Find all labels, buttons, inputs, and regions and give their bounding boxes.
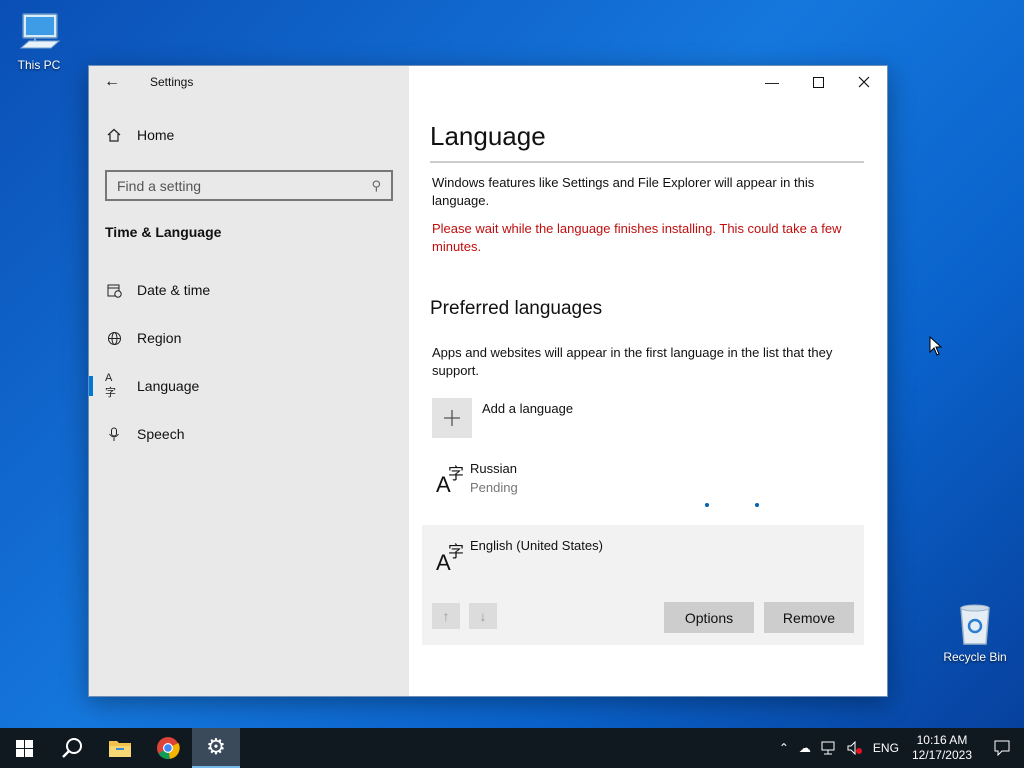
section-heading: Time & Language [105, 224, 222, 240]
action-center-button[interactable] [980, 728, 1024, 768]
preferred-languages-description: Apps and websites will appear in the fir… [432, 345, 833, 378]
sidebar-item-label: Language [137, 378, 200, 394]
sidebar-item-speech[interactable]: Speech [89, 410, 409, 458]
clock-date: 12/17/2023 [911, 748, 972, 762]
back-arrow-icon: ← [104, 73, 120, 90]
minimize-icon: — [765, 74, 779, 90]
sidebar-item-label: Date & time [137, 282, 211, 298]
start-button[interactable] [0, 728, 48, 768]
close-button[interactable] [841, 66, 887, 98]
computer-icon [19, 13, 61, 49]
clock[interactable]: 10:16 AM 12/17/2023 [904, 733, 980, 763]
close-icon [858, 76, 870, 88]
notification-icon [994, 740, 1010, 756]
desktop-icon-recycle-bin[interactable]: Recycle Bin [935, 600, 1015, 664]
window-title: Settings [150, 75, 194, 89]
language-name: Russian [470, 461, 517, 476]
mouse-cursor-icon [929, 336, 943, 356]
sidebar: ← Settings Home ⚲ Time & Language Date &… [89, 66, 409, 696]
taskbar-chrome[interactable] [144, 728, 192, 768]
remove-button[interactable]: Remove [764, 602, 854, 633]
chevron-up-icon: ⌃ [778, 741, 789, 755]
maximize-icon [812, 76, 824, 88]
progress-dot [705, 503, 709, 507]
move-down-button[interactable]: ↓ [469, 603, 497, 629]
sidebar-item-date-time[interactable]: Date & time [89, 266, 409, 314]
sidebar-item-label: Speech [137, 426, 185, 442]
onedrive-button[interactable]: ☁ [794, 741, 816, 755]
maximize-button[interactable] [795, 66, 841, 98]
system-tray: ⌃ ☁ ENG 10:16 AM 12/17/2023 [774, 728, 1024, 768]
move-up-button[interactable]: ↑ [432, 603, 460, 629]
title-bar: ← Settings [89, 66, 409, 98]
file-explorer-icon [109, 741, 131, 757]
add-language-label: Add a language [482, 401, 574, 416]
chrome-icon [157, 737, 180, 760]
settings-window: ← Settings Home ⚲ Time & Language Date &… [88, 65, 888, 697]
desktop-icon-label: Recycle Bin [943, 650, 1007, 664]
minimize-button[interactable]: — [749, 66, 795, 98]
input-language-indicator[interactable]: ENG [868, 741, 904, 755]
install-warning: Please wait while the language finishes … [432, 221, 842, 254]
search-input[interactable] [117, 177, 372, 194]
svg-text:字: 字 [448, 464, 464, 483]
show-hidden-icons-button[interactable]: ⌃ [774, 741, 794, 755]
sidebar-item-label: Home [137, 127, 175, 143]
calendar-clock-icon [105, 281, 123, 299]
sidebar-item-label: Region [137, 330, 182, 346]
search-icon: ⚲ [371, 177, 381, 193]
sidebar-nav: Date & time Region A字 Language Speech [89, 266, 409, 458]
windows-start-icon [15, 739, 33, 757]
settings-icon: ⚙ [206, 734, 226, 759]
language-description: Windows features like Settings and File … [432, 175, 815, 208]
options-button[interactable]: Options [664, 602, 754, 633]
progress-dot [755, 503, 759, 507]
network-button[interactable] [816, 741, 842, 755]
plus-icon [432, 398, 472, 438]
language-icon: A 字 [436, 542, 464, 573]
language-item-russian[interactable]: A 字 Russian Pending [422, 451, 864, 521]
clock-time: 10:16 AM [916, 733, 968, 747]
sidebar-item-language[interactable]: A字 Language [89, 362, 409, 410]
sidebar-item-home[interactable]: Home [105, 126, 174, 144]
language-name: English (United States) [470, 538, 603, 553]
taskbar: ⚙ ⌃ ☁ ENG 10:16 AM 12/17/2023 [0, 728, 1024, 768]
window-controls: — [749, 66, 887, 98]
svg-text:字: 字 [448, 542, 464, 561]
arrow-down-icon: ↓ [479, 608, 487, 624]
recycle-bin-icon [960, 604, 990, 645]
page-title: Language [430, 121, 546, 151]
add-language-button[interactable]: Add a language [432, 398, 573, 438]
taskbar-search-button[interactable] [48, 728, 96, 768]
sidebar-item-region[interactable]: Region [89, 314, 409, 362]
network-icon [821, 741, 835, 755]
back-button[interactable]: ← [89, 66, 135, 98]
home-icon [105, 126, 123, 144]
search-icon [62, 738, 82, 758]
globe-icon [105, 329, 123, 347]
desktop-icon-this-pc[interactable]: This PC [0, 8, 79, 72]
volume-muted-icon [847, 741, 862, 755]
microphone-icon [105, 425, 123, 443]
search-box[interactable]: ⚲ [105, 170, 393, 201]
taskbar-file-explorer[interactable] [96, 728, 144, 768]
taskbar-settings[interactable]: ⚙ [192, 728, 240, 768]
language-icon: A字 [105, 372, 116, 399]
language-status: Pending [470, 480, 518, 495]
volume-button[interactable] [842, 741, 868, 755]
title-divider [430, 161, 864, 163]
arrow-up-icon: ↑ [442, 608, 450, 624]
language-icon: A 字 [436, 464, 464, 495]
language-item-english-us[interactable]: A 字 English (United States) ↑ ↓ Options … [422, 525, 864, 645]
desktop-icon-label: This PC [17, 58, 61, 72]
cloud-icon: ☁ [798, 741, 811, 755]
preferred-languages-heading: Preferred languages [430, 298, 603, 319]
